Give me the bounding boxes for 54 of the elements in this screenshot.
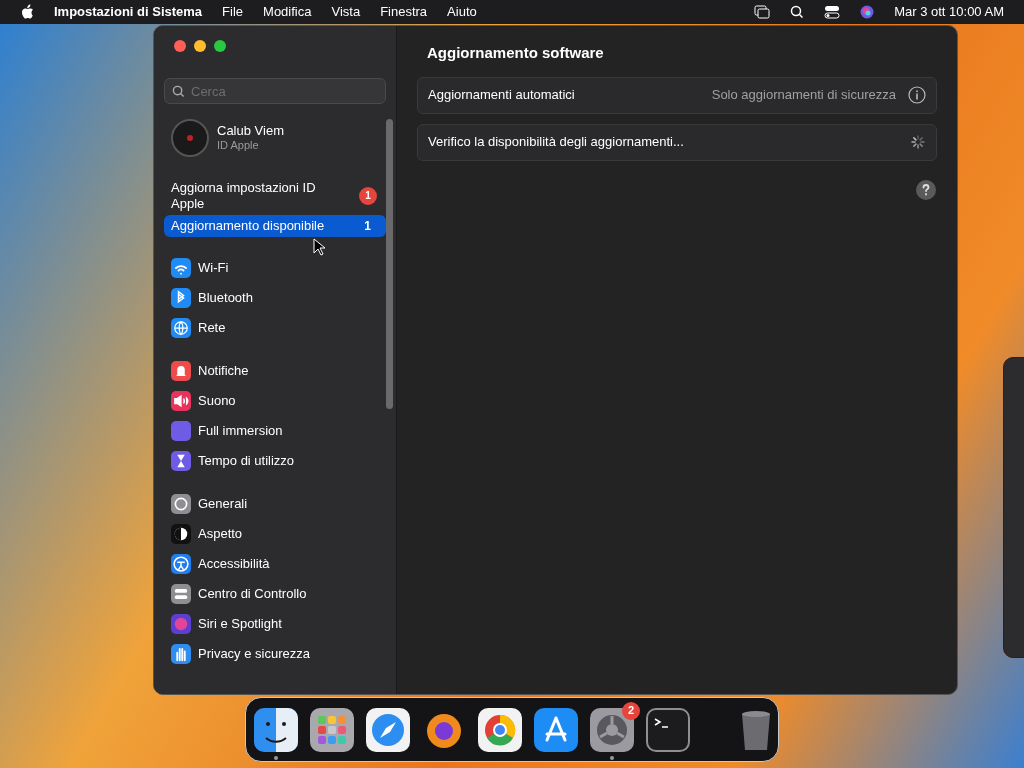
help-icon[interactable] xyxy=(916,179,936,200)
page-title: Aggiornamento software xyxy=(426,43,605,63)
app-name[interactable]: Impostazioni di Sistema xyxy=(54,2,203,22)
scrollbar[interactable] xyxy=(386,119,393,409)
update-count: 1 xyxy=(364,218,371,234)
menu-item[interactable]: Finestra xyxy=(380,2,428,22)
sidebar-item[interactable]: Full immersion xyxy=(164,416,386,446)
sidebar-item[interactable]: Rete xyxy=(164,313,386,343)
sidebar-item[interactable]: Generali xyxy=(164,489,386,519)
pointer-icon xyxy=(313,238,325,256)
dock-badge: 2 xyxy=(622,701,640,720)
orb-icon[interactable] xyxy=(860,5,875,19)
sidebar-item[interactable]: Bluetooth xyxy=(164,283,386,313)
sidebar-item[interactable]: Wi-Fi xyxy=(164,253,386,283)
account-subtitle: ID Apple xyxy=(217,139,260,153)
smiling-face-icon[interactable] xyxy=(254,707,298,752)
account-name[interactable]: Calub Viem xyxy=(217,123,284,140)
window-control[interactable] xyxy=(174,40,186,52)
menu-item[interactable]: File xyxy=(222,2,244,22)
row-label: Aggiornamenti automatici xyxy=(428,86,575,105)
row-label: Verifico la disponibilità degli aggiornamenti... xyxy=(428,133,684,152)
menu-item[interactable]: Modifica xyxy=(263,2,312,22)
sidebar-item[interactable]: Suono xyxy=(164,386,386,416)
search-icon[interactable] xyxy=(790,5,805,19)
menu-item[interactable]: Aiuto xyxy=(447,2,477,22)
terminal-icon[interactable] xyxy=(646,707,690,752)
notification-badge: 1 xyxy=(359,187,377,205)
apple-icon[interactable] xyxy=(20,4,34,20)
sidebar-item[interactable]: Notifiche xyxy=(164,356,386,386)
gear-icon[interactable] xyxy=(590,707,634,752)
row-value: Solo aggiornamenti di sicurezza xyxy=(711,86,896,105)
windows-icon[interactable] xyxy=(754,5,771,19)
app-store-icon[interactable] xyxy=(534,707,578,752)
sidebar-item[interactable]: Privacy e sicurezza xyxy=(164,639,386,669)
info-icon[interactable] xyxy=(908,86,926,104)
app-grid-icon[interactable] xyxy=(310,707,354,752)
sidebar-item[interactable]: Siri e Spotlight xyxy=(164,609,386,639)
sidebar-item[interactable]: Aspetto xyxy=(164,519,386,549)
search-icon xyxy=(172,85,185,98)
compass-icon[interactable] xyxy=(366,707,410,752)
sidebar-item[interactable]: Accessibilità xyxy=(164,549,386,579)
ring-icon[interactable] xyxy=(478,707,522,752)
search-field[interactable]: Cerca xyxy=(164,78,386,104)
window-control[interactable] xyxy=(194,40,206,52)
toggles-icon[interactable] xyxy=(824,5,841,19)
menu-item[interactable]: Vista xyxy=(331,2,361,22)
sidebar-item[interactable]: Centro di Controllo xyxy=(164,579,386,609)
sidebar-item[interactable]: Aggiorna impostazioni ID Apple 1 xyxy=(164,177,386,215)
avatar-icon xyxy=(171,119,209,157)
menu-bar-clock[interactable]: Mar 3 ott 10:00 AM xyxy=(894,2,1004,22)
sidebar-item[interactable]: Tempo di utilizzo xyxy=(164,446,386,476)
sidebar-item[interactable]: Aggiornamento disponibile 1 xyxy=(164,215,386,237)
spinner-icon xyxy=(910,134,926,150)
window-control[interactable] xyxy=(214,40,226,52)
